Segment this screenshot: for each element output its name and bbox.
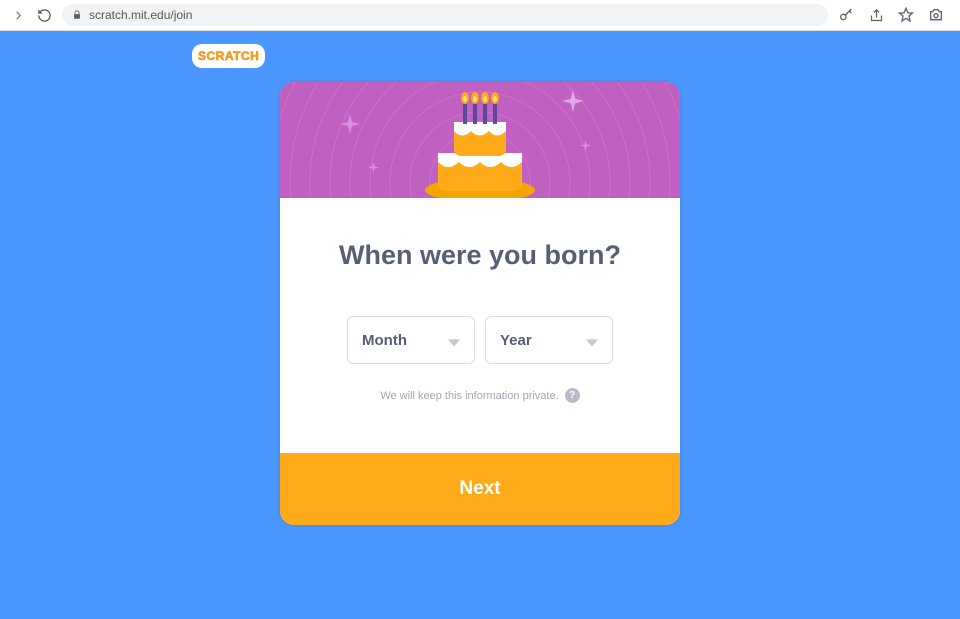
cake-illustration <box>420 88 540 198</box>
chevron-down-icon <box>586 334 598 346</box>
next-button[interactable]: Next <box>280 453 680 525</box>
url-text: scratch.mit.edu/join <box>89 8 192 22</box>
privacy-text: We will keep this information private. <box>380 390 558 402</box>
year-select-label: Year <box>500 332 532 349</box>
browser-right-icons <box>838 7 950 23</box>
logo-text: SCRATCH <box>198 49 259 63</box>
card-banner <box>280 82 680 198</box>
month-select[interactable]: Month <box>347 316 475 364</box>
next-button-label: Next <box>459 478 500 500</box>
scratch-logo[interactable]: SCRATCH <box>192 44 265 68</box>
address-bar[interactable]: scratch.mit.edu/join <box>62 4 828 26</box>
card-body: When were you born? Month Year We will k… <box>280 198 680 453</box>
share-icon[interactable] <box>868 7 884 23</box>
lock-icon <box>72 9 82 21</box>
chevron-down-icon <box>448 334 460 346</box>
browser-toolbar: scratch.mit.edu/join <box>0 0 960 31</box>
birthdate-select-row: Month Year <box>314 316 646 364</box>
sparkle-icon <box>580 140 591 151</box>
card-title: When were you born? <box>314 240 646 271</box>
sparkle-icon <box>562 90 584 112</box>
signup-card: When were you born? Month Year We will k… <box>280 82 680 525</box>
forward-arrow-icon[interactable] <box>10 7 26 23</box>
month-select-label: Month <box>362 332 407 349</box>
sparkle-icon <box>340 114 360 134</box>
sparkle-icon <box>368 162 379 173</box>
privacy-row: We will keep this information private. ? <box>314 388 646 403</box>
page-background: SCRATCH <box>0 31 960 619</box>
star-icon[interactable] <box>898 7 914 23</box>
year-select[interactable]: Year <box>485 316 613 364</box>
camera-icon[interactable] <box>928 7 944 23</box>
reload-icon[interactable] <box>36 7 52 23</box>
key-icon[interactable] <box>838 7 854 23</box>
help-icon[interactable]: ? <box>565 388 580 403</box>
